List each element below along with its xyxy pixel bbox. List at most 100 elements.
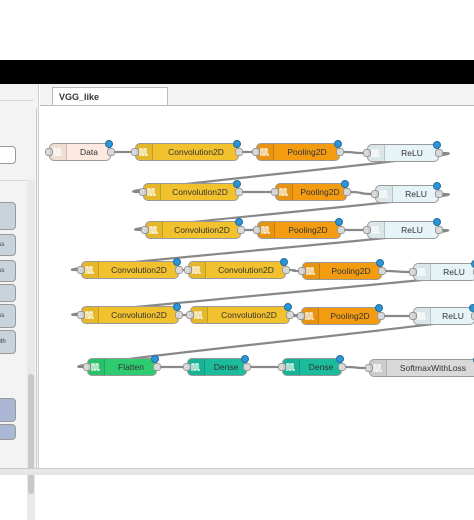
output-port[interactable] — [107, 148, 115, 156]
node-type-icon — [414, 264, 431, 280]
output-port[interactable] — [153, 363, 161, 371]
palette-scrollbar-thumb[interactable] — [28, 374, 34, 494]
flow-node[interactable]: Pooling2D — [253, 218, 345, 239]
wire[interactable] — [345, 365, 366, 370]
node-label: ReLU — [401, 225, 423, 235]
palette-node[interactable]: oss — [0, 260, 16, 282]
output-port[interactable] — [235, 148, 243, 156]
flow-node[interactable]: Convolution2D — [77, 258, 183, 279]
node-label: Convolution2D — [111, 310, 167, 320]
changed-indicator-icon — [336, 355, 344, 363]
changed-indicator-icon — [284, 303, 292, 311]
changed-indicator-icon — [233, 140, 241, 148]
wire[interactable] — [385, 269, 410, 274]
flow-node[interactable]: Dense — [183, 355, 251, 376]
flow-node[interactable]: Flatten — [83, 355, 161, 376]
node-type-icon — [302, 308, 319, 324]
node-type-icon — [191, 307, 208, 323]
flow-node[interactable]: Pooling2D — [298, 259, 386, 280]
flow-node[interactable]: Convolution2D — [131, 140, 243, 161]
flow-node[interactable]: Pooling2D — [297, 304, 385, 325]
node-type-icon — [146, 222, 163, 238]
flow-node[interactable]: Pooling2D — [252, 140, 344, 161]
output-port[interactable] — [435, 190, 443, 198]
flow-node[interactable]: ReLU — [363, 218, 443, 239]
node-label: ReLU — [401, 148, 423, 158]
output-port[interactable] — [286, 311, 294, 319]
node-type-icon — [189, 262, 206, 278]
palette-node[interactable]: n — [0, 284, 16, 302]
node-label: Dense — [213, 362, 239, 372]
node-type-icon — [368, 222, 385, 238]
flow-node[interactable]: Convolution2D — [77, 303, 183, 324]
node-label: Dense — [308, 362, 334, 372]
palette-node[interactable] — [0, 398, 16, 422]
output-port[interactable] — [175, 311, 183, 319]
output-port[interactable] — [435, 149, 443, 157]
changed-indicator-icon — [341, 180, 349, 188]
palette-node[interactable]: n — [0, 202, 16, 230]
changed-indicator-icon — [469, 304, 474, 312]
node-type-icon — [258, 222, 275, 238]
wire[interactable] — [350, 190, 372, 196]
changed-indicator-icon — [376, 259, 384, 267]
output-port[interactable] — [337, 226, 345, 234]
output-port[interactable] — [435, 226, 443, 234]
node-label: Convolution2D — [218, 265, 274, 275]
node-label: Data — [80, 147, 98, 157]
palette-node-label: oss — [0, 313, 5, 319]
flow-node[interactable]: Convolution2D — [139, 180, 243, 201]
flow-node[interactable]: Dense — [278, 355, 346, 376]
flow-node[interactable]: ReLU — [363, 141, 443, 162]
node-type-icon — [370, 360, 387, 376]
palette-node[interactable]: with — [0, 330, 16, 354]
output-port[interactable] — [282, 266, 290, 274]
flow-node[interactable]: Convolution2D — [184, 258, 290, 279]
top-toolbar — [0, 60, 474, 84]
flow-node[interactable]: SoftmaxWithLoss — [365, 356, 474, 377]
flow-canvas[interactable]: Data Convolution2D Pooling2D ReLU Convolutio… — [36, 108, 474, 470]
node-label: Convolution2D — [221, 310, 277, 320]
node-label: ReLU — [405, 189, 427, 199]
node-type-icon — [414, 308, 431, 324]
output-port[interactable] — [336, 148, 344, 156]
changed-indicator-icon — [173, 303, 181, 311]
changed-indicator-icon — [335, 218, 343, 226]
flow-node[interactable]: ReLU — [409, 304, 474, 325]
output-port[interactable] — [378, 267, 386, 275]
flow-node[interactable]: Pooling2D — [271, 180, 351, 201]
changed-indicator-icon — [235, 218, 243, 226]
changed-indicator-icon — [151, 355, 159, 363]
flow-node[interactable]: Data — [45, 140, 115, 161]
output-port[interactable] — [377, 312, 385, 320]
output-port[interactable] — [243, 363, 251, 371]
palette-node[interactable]: oss — [0, 304, 16, 328]
palette-divider — [0, 100, 34, 101]
changed-indicator-icon — [433, 141, 441, 149]
flow-node[interactable]: Convolution2D — [186, 303, 294, 324]
output-port[interactable] — [175, 266, 183, 274]
node-label: Pooling2D — [300, 187, 340, 197]
node-label: Flatten — [118, 362, 144, 372]
output-port[interactable] — [343, 188, 351, 196]
output-port[interactable] — [237, 226, 245, 234]
flow-node[interactable]: ReLU — [409, 260, 474, 281]
palette-node[interactable] — [0, 146, 16, 164]
node-type-icon — [50, 144, 67, 160]
palette-node[interactable] — [0, 424, 16, 440]
node-type-icon — [82, 262, 99, 278]
tab-vgg-like[interactable]: VGG_like — [52, 87, 168, 105]
node-label: Pooling2D — [330, 311, 370, 321]
wire[interactable] — [343, 150, 364, 155]
output-port[interactable] — [338, 363, 346, 371]
flow-node[interactable]: Convolution2D — [141, 218, 245, 239]
node-label: Convolution2D — [111, 265, 167, 275]
node-type-icon — [303, 263, 320, 279]
output-port[interactable] — [235, 188, 243, 196]
node-label: Pooling2D — [288, 225, 328, 235]
wire[interactable] — [289, 268, 299, 273]
node-type-icon — [88, 359, 105, 375]
node-type-icon — [368, 145, 385, 161]
flow-node[interactable]: ReLU — [371, 182, 443, 203]
palette-node[interactable]: oss — [0, 234, 16, 256]
